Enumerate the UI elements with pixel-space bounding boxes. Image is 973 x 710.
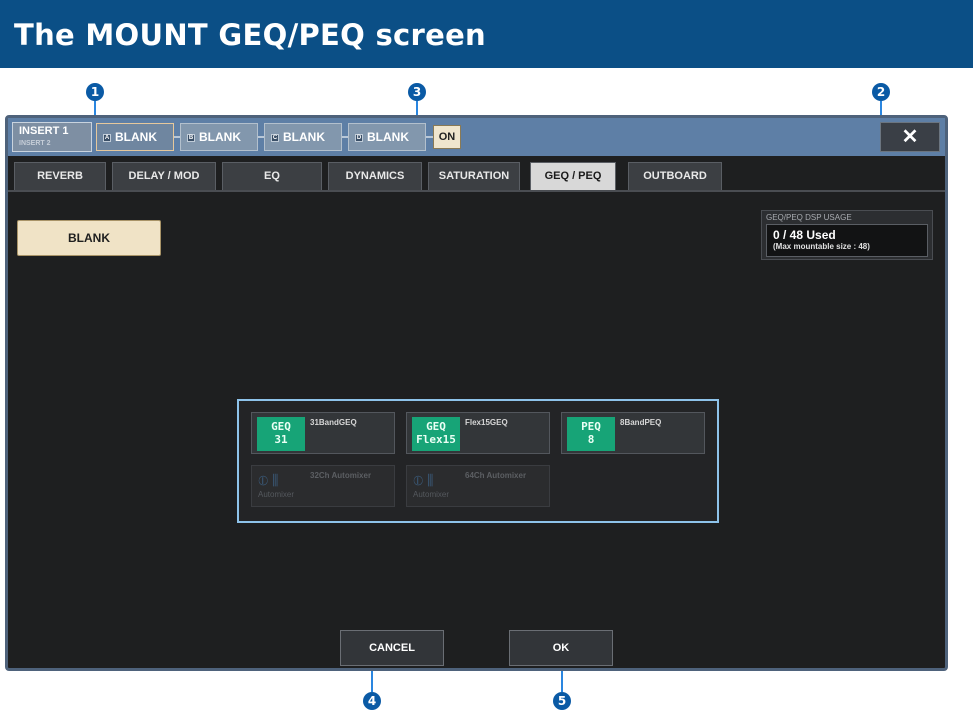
tab-outboard[interactable]: OUTBOARD [628,162,722,190]
automixer-icon: ⦶ ⫼ Automixer [258,472,304,502]
automixer-icon: ⦶ ⫼ Automixer [413,472,459,502]
slot-label: BLANK [283,130,325,144]
insert-select-button[interactable]: INSERT 1 INSERT 2 [12,122,92,152]
tab-dynamics[interactable]: DYNAMICS [328,162,422,190]
slot-tag-icon: D [355,133,363,142]
mount-geq-peq-window: INSERT 1 INSERT 2 A BLANK B BLANK C BLANK D… [5,115,948,671]
automixer-badge-text: Automixer [258,490,295,499]
peq-8-icon: PEQ 8 [567,417,615,451]
title-bar: INSERT 1 INSERT 2 A BLANK B BLANK C BLANK D… [8,118,945,156]
insert-slot-b[interactable]: B BLANK [180,123,258,151]
tab-divider [8,190,945,192]
module-label: 32Ch Automixer [310,471,372,480]
module-flex15-geq[interactable]: GEQ Flex15 Flex15GEQ [406,412,550,454]
dsp-usage-display: 0 / 48 Used (Max mountable size : 48) [766,224,928,257]
module-8band-peq[interactable]: PEQ 8 8BandPEQ [561,412,705,454]
badge-bottom: 31 [274,433,288,446]
dsp-max-size: (Max mountable size : 48) [773,242,870,251]
callout-4: 4 [363,692,381,710]
insert-on-button[interactable]: ON [433,125,461,149]
cancel-button[interactable]: CANCEL [340,630,444,666]
ok-button[interactable]: OK [509,630,613,666]
module-32ch-automixer: ⦶ ⫼ Automixer 32Ch Automixer [251,465,395,507]
dsp-used-value: 0 / 48 Used [773,228,836,242]
module-label: Flex15GEQ [465,418,508,427]
module-label: 64Ch Automixer [465,471,527,480]
badge-bottom: Flex15 [416,433,456,446]
badge-bottom: 8 [587,433,595,446]
category-tabs: REVERB DELAY / MOD EQ DYNAMICS SATURATIO… [8,156,945,192]
tab-geq-peq[interactable]: GEQ / PEQ [530,162,616,190]
badge-top: GEQ [426,420,446,433]
slot-label: BLANK [199,130,241,144]
badge-top: PEQ [581,420,601,433]
tab-saturation[interactable]: SATURATION [428,162,520,190]
callout-2: 2 [872,83,890,101]
insert-sub-label: INSERT 2 [19,140,51,147]
insert-slot-a[interactable]: A BLANK [96,123,174,151]
module-64ch-automixer: ⦶ ⫼ Automixer 64Ch Automixer [406,465,550,507]
slot-label: BLANK [115,130,157,144]
insert-label: INSERT 1 [19,125,69,137]
tab-eq[interactable]: EQ [222,162,322,190]
tab-reverb[interactable]: REVERB [14,162,106,190]
slot-tag-icon: A [103,133,111,142]
slot-connector [426,136,433,138]
geq-flex15-icon: GEQ Flex15 [412,417,460,451]
page-title: The MOUNT GEQ/PEQ screen [0,0,973,68]
module-31band-geq[interactable]: GEQ 31 31BandGEQ [251,412,395,454]
dsp-usage-title: GEQ/PEQ DSP USAGE [766,213,852,222]
badge-top: GEQ [271,420,291,433]
geq-31-icon: GEQ 31 [257,417,305,451]
module-label: 8BandPEQ [620,418,662,427]
callout-5: 5 [553,692,571,710]
module-select-area: GEQ 31 31BandGEQ GEQ Flex15 Flex15GEQ PE… [237,399,719,523]
slot-tag-icon: C [271,133,279,142]
close-icon[interactable]: ✕ [880,122,940,152]
slot-tag-icon: B [187,133,195,142]
module-label: 31BandGEQ [310,418,357,427]
callout-1: 1 [86,83,104,101]
automixer-badge-text: Automixer [413,490,450,499]
tab-delay-mod[interactable]: DELAY / MOD [112,162,216,190]
blank-button[interactable]: BLANK [17,220,161,256]
slot-label: BLANK [367,130,409,144]
insert-slot-c[interactable]: C BLANK [264,123,342,151]
insert-slot-d[interactable]: D BLANK [348,123,426,151]
dsp-usage-panel: GEQ/PEQ DSP USAGE 0 / 48 Used (Max mount… [761,210,933,260]
callout-3: 3 [408,83,426,101]
